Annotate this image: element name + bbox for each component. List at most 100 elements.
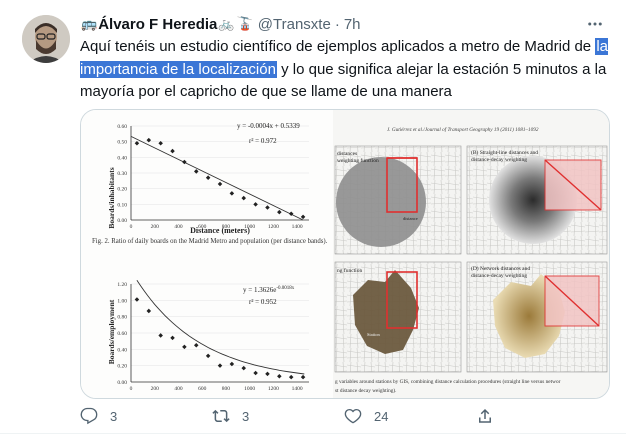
tweet-text: Aquí tenéis un estudio científico de eje… [80,36,610,104]
map-panel-c: ng function Station [334,261,462,373]
data-point [170,335,175,341]
x-tick-label: 1200 [268,224,279,230]
y-tick-label: 0.60 [117,124,127,130]
chart-boards-employment: Boards/employment 1.20 1.00 0.80 0.60 0.40 0.… [107,280,309,392]
data-point [241,195,246,201]
map-panel-d: (D) Network distances and distance-decay… [466,261,608,373]
data-point [277,374,282,379]
figure-caption: Fig. 2. Ratio of daily boards on the Mad… [92,238,328,245]
tweet-header: 🚌 Álvaro F Heredia 🚲 🚡 @Transxte · 7h [80,13,606,35]
x-tick-label: 200 [151,386,160,392]
regression-equation: y = -0.0004x + 0.5339 [237,122,300,130]
panel-b-sub: distance-decay weighting [471,157,527,163]
data-point [182,344,187,350]
r-squared: r² = 0.972 [249,137,277,145]
user-handle[interactable]: @Transxte [258,16,331,33]
charts-panel: Boards/inhabitants 0.60 0.50 0.40 0.30 0.20 0… [81,110,333,398]
x-tick-label: 1400 [292,386,303,392]
data-point [158,333,163,338]
panel-c-station: Station [367,332,381,337]
more-options-icon[interactable] [584,13,606,35]
data-point [194,342,199,348]
display-name[interactable]: Álvaro F Heredia [98,16,217,33]
like-count: 24 [374,408,389,424]
data-point [241,365,246,371]
data-point [205,175,211,180]
panel-d-sub: distance-decay weighting [471,273,527,279]
bus-emoji: 🚌 [81,16,98,31]
y-tick-label: 0.20 [117,364,127,370]
like-button[interactable]: 24 [344,404,388,428]
trendline [136,280,305,375]
data-point [300,214,306,220]
maps-panel: J. Gutiérrez et al./Journal of Transport… [333,110,609,398]
x-tick-label: 0 [130,224,133,230]
y-tick-label: 0.60 [117,331,127,337]
tweet-timestamp[interactable]: 7h [344,16,361,33]
y-tick-label: 0.30 [117,171,127,177]
map-panel-b: (B) Straight-line distances and distance… [466,145,608,255]
tweet[interactable]: 🚌 Álvaro F Heredia 🚲 🚡 @Transxte · 7h Aq… [0,0,626,434]
y-tick-label: 0.80 [117,315,127,321]
y-tick-label: 0.00 [117,218,127,224]
y-tick-label: 0.10 [117,202,127,208]
tweet-actions: 3 3 24 [80,404,610,428]
cable-car-emoji: 🚡 [236,16,253,31]
data-point [146,308,152,314]
r-squared: r² = 0.952 [249,298,277,306]
data-point [182,159,187,165]
data-point [170,148,175,154]
x-tick-label: 1200 [268,386,279,392]
share-icon [479,408,491,423]
bicycle-emoji: 🚲 [218,16,235,31]
map-figures: J. Gutiérrez et al./Journal of Transport… [334,126,608,394]
data-point [265,371,270,377]
data-point [288,374,294,380]
x-tick-label: 0 [130,386,133,392]
y-tick-label: 0.50 [117,140,127,146]
data-point [134,297,140,302]
data-point [265,205,270,210]
data-point [229,191,235,196]
y-tick-label: 0.40 [117,155,127,161]
separator-dot: · [334,15,340,33]
x-tick-label: 1000 [244,386,255,392]
retweet-icon [212,409,230,423]
regression-equation: y = 1.3626e-0.0018x [243,286,295,294]
data-point [205,353,211,359]
avatar[interactable] [22,15,70,63]
y-axis-label: Boards/employment [107,299,116,364]
footer-text-2: st distance decay weighting). [335,387,396,394]
x-axis-label: Distance (meters) [190,226,250,235]
avatar-image [22,15,70,63]
share-button[interactable] [476,404,494,428]
retweet-count: 3 [242,408,250,424]
y-axis-label: Boards/inhabitants [107,167,116,228]
panel-a-label: distances [337,151,357,157]
x-tick-label: 800 [222,386,231,392]
panel-d-label: (D) Network distances and [471,265,530,272]
footer-text-1: g variables around stations by GIS, comb… [335,378,561,385]
reply-icon [80,407,98,425]
tweet-text-before: Aquí tenéis un estudio científico de eje… [80,38,596,55]
y-tick-label: 0.20 [117,187,127,193]
trendline [130,135,304,221]
x-tick-label: 200 [151,224,160,230]
tweet-media[interactable]: Boards/inhabitants 0.60 0.50 0.40 0.30 0.20 0… [80,109,610,399]
x-tick-label: 1400 [292,224,303,230]
reply-count: 3 [110,408,118,424]
x-tick-label: 400 [174,224,183,230]
data-point [253,370,258,376]
y-tick-label: 0.00 [117,380,127,386]
data-point [277,209,282,215]
y-tick-label: 1.20 [117,282,127,288]
x-tick-label: 400 [174,386,183,392]
panel-b-label: (B) Straight-line distances and [471,149,538,156]
journal-header: J. Gutiérrez et al./Journal of Transport… [387,126,539,133]
map-panel-a: distances weighting function distance [334,145,462,255]
data-point [217,363,223,368]
retweet-button[interactable]: 3 [212,404,249,428]
y-tick-label: 0.40 [117,347,127,353]
panel-a-sub: weighting function [337,157,379,164]
reply-button[interactable]: 3 [80,404,117,428]
